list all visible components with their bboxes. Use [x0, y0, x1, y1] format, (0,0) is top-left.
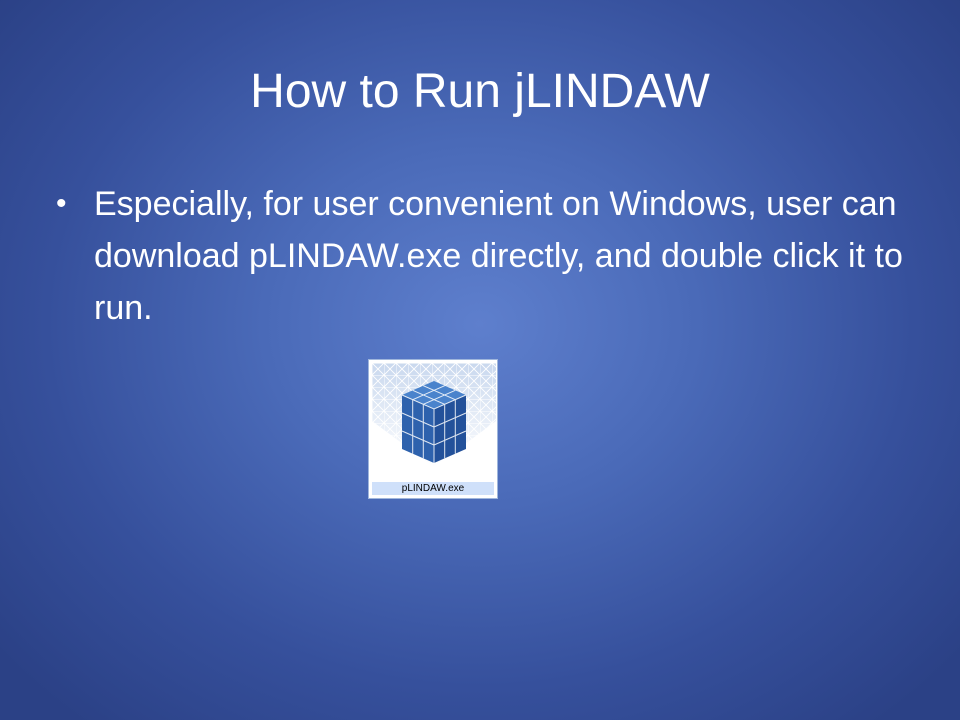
bullet-list: • Especially, for user convenient on Win… — [56, 178, 916, 334]
file-name-label: pLINDAW.exe — [372, 482, 494, 495]
cube-grid-icon — [372, 363, 496, 467]
file-icon-plindaw-exe[interactable]: pLINDAW.exe — [368, 359, 498, 499]
bullet-dot-icon: • — [56, 187, 67, 220]
slide-title: How to Run jLINDAW — [250, 65, 710, 118]
bullet-text: Especially, for user convenient on Windo… — [94, 185, 903, 327]
bullet-item: • Especially, for user convenient on Win… — [56, 178, 916, 334]
